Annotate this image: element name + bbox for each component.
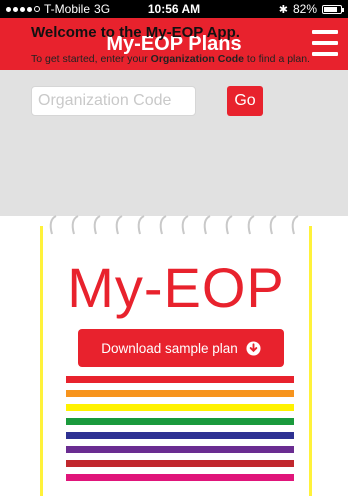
go-button[interactable]: Go <box>227 86 263 116</box>
stripe-7 <box>66 460 294 467</box>
download-sample-plan-label: Download sample plan <box>101 340 238 356</box>
spiral-binding-icon <box>49 215 299 235</box>
organization-code-emphasis: Organization Code <box>150 53 244 65</box>
download-sample-plan-button[interactable]: Download sample plan <box>78 329 284 367</box>
hamburger-icon <box>312 30 338 34</box>
stripe-6 <box>66 446 294 453</box>
welcome-title: Welcome to the My-EOP App. <box>31 24 240 41</box>
my-eop-wordmark: My-EOP <box>67 256 285 319</box>
stripe-3 <box>66 404 294 411</box>
battery-percent: 82% <box>292 2 317 16</box>
stripe-2 <box>66 390 294 397</box>
stripe-1 <box>66 376 294 383</box>
battery-icon <box>322 4 344 14</box>
bluetooth-icon: ✱ <box>278 3 288 16</box>
status-bar: T-Mobile 3G 10:56 AM ✱ 82% <box>0 0 348 18</box>
stripe-4 <box>66 418 294 425</box>
welcome-instructions: To get started, enter your Organization … <box>31 53 310 65</box>
status-right: ✱ 82% <box>278 2 344 16</box>
rainbow-stripes <box>66 376 294 488</box>
stripe-8 <box>66 474 294 481</box>
menu-button[interactable] <box>312 30 338 56</box>
organization-code-input[interactable] <box>31 86 196 116</box>
stripe-5 <box>66 432 294 439</box>
download-circle-icon <box>246 340 261 356</box>
